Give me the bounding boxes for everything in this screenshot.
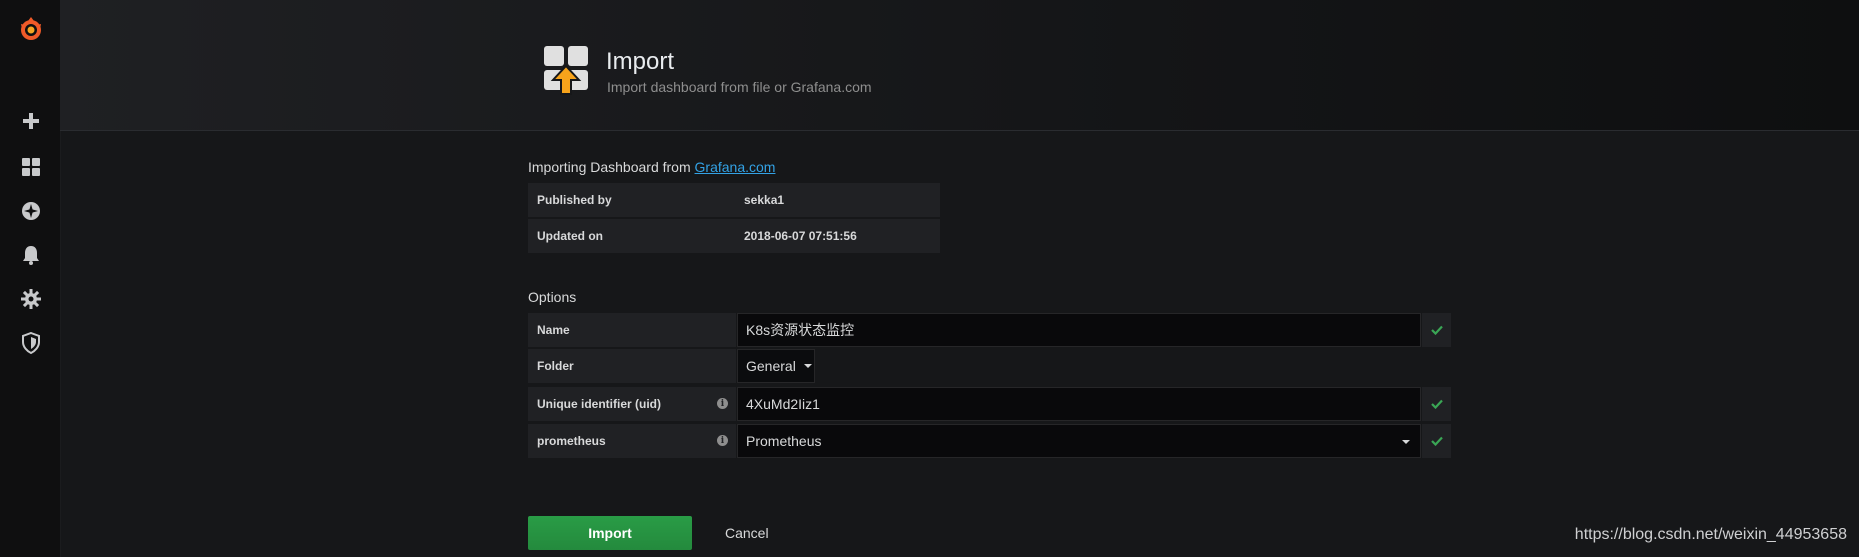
import-dashboard-icon — [542, 44, 592, 100]
info-icon[interactable]: i — [717, 398, 728, 409]
page-title: Import — [606, 48, 675, 75]
folder-select[interactable]: General — [737, 349, 815, 383]
page-header: Import Import dashboard from file or Gra… — [60, 0, 1859, 131]
uid-label-text: Unique identifier (uid) — [537, 397, 661, 411]
grafana-com-link[interactable]: Grafana.com — [695, 159, 776, 175]
importing-prefix: Importing Dashboard from — [528, 159, 695, 175]
options-heading: Options — [528, 289, 577, 305]
name-input[interactable]: K8s资源状态监控 — [737, 313, 1421, 347]
info-icon[interactable]: i — [717, 435, 728, 446]
folder-label: Folder — [528, 349, 736, 383]
prometheus-datasource-select[interactable]: Prometheus — [737, 424, 1421, 458]
published-by-value: sekka1 — [736, 183, 940, 217]
importing-from-label: Importing Dashboard from Grafana.com — [528, 159, 775, 175]
page-subtitle: Import dashboard from file or Grafana.co… — [607, 79, 872, 95]
prometheus-label-text: prometheus — [537, 434, 606, 448]
updated-on-label: Updated on — [528, 219, 736, 253]
uid-label: Unique identifier (uid) i — [528, 387, 736, 421]
import-form: Importing Dashboard from Grafana.com Pub… — [0, 131, 1859, 557]
published-by-label: Published by — [528, 183, 736, 217]
prometheus-select-value: Prometheus — [746, 433, 822, 449]
prometheus-valid-check-icon — [1422, 424, 1451, 458]
import-button[interactable]: Import — [528, 516, 692, 550]
chevron-down-icon — [1402, 440, 1410, 444]
cancel-button[interactable]: Cancel — [725, 525, 769, 541]
uid-input[interactable]: 4XuMd2Iiz1 — [737, 387, 1421, 421]
chevron-down-icon — [803, 364, 812, 368]
grafana-logo-icon[interactable] — [16, 14, 46, 44]
updated-on-value: 2018-06-07 07:51:56 — [736, 219, 940, 253]
folder-select-value: General — [746, 358, 796, 374]
name-valid-check-icon — [1422, 313, 1451, 347]
watermark-text: https://blog.csdn.net/weixin_44953658 — [1574, 526, 1847, 543]
uid-valid-check-icon — [1422, 387, 1451, 421]
name-label: Name — [528, 313, 736, 347]
prometheus-label: prometheus i — [528, 424, 736, 458]
